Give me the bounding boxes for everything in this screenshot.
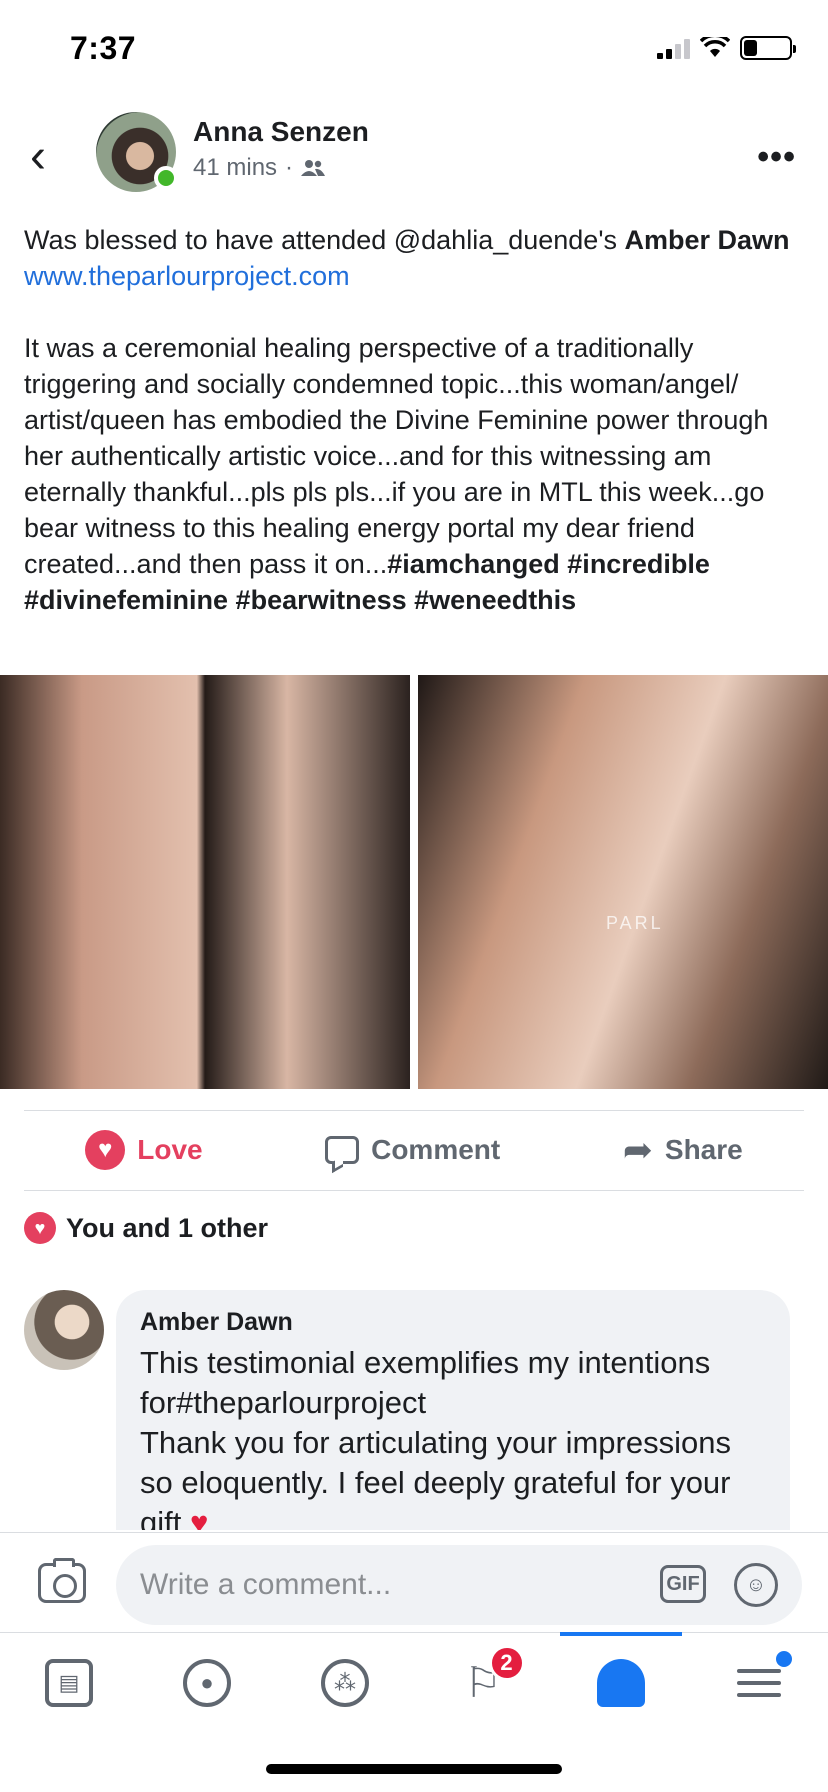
post-body: It was a ceremonial healing perspective … [24,330,808,618]
photo-caption-text: PARL [606,913,664,933]
divider [24,1110,804,1111]
commenter-name[interactable]: Amber Dawn [140,1308,766,1337]
post-mention-bold[interactable]: Amber Dawn [624,225,789,255]
post-time[interactable]: 41 mins [193,154,277,182]
nav-notifications[interactable] [552,1632,690,1732]
post-intro-text: Was blessed to have attended @dahlia_due… [24,225,625,255]
nav-menu[interactable] [690,1633,828,1732]
author-name[interactable]: Anna Senzen [193,116,369,148]
nav-profile[interactable]: ● [138,1633,276,1732]
comment-button[interactable]: Comment [325,1134,500,1166]
battery-icon [740,36,796,60]
gif-icon[interactable]: GIF [660,1565,706,1603]
wifi-icon [700,37,730,57]
comment-icon [325,1136,360,1164]
post-text: Was blessed to have attended @dahlia_due… [24,222,808,618]
post-photos: PARL [0,675,828,1089]
divider [24,1190,804,1191]
menu-icon [735,1659,783,1707]
comment-line-2: Thank you for articulating your impressi… [140,1423,766,1530]
status-time: 7:37 [70,30,137,66]
comment-composer: GIF ☺ [0,1532,828,1632]
comment-text: This testimonial exemplifies my intentio… [140,1343,766,1530]
post-header: ‹ Anna Senzen 41 mins · ••• [0,108,828,208]
bottom-nav: ▤ ● ⁂ ⚐ 2 [0,1632,828,1732]
back-icon[interactable]: ‹ [30,132,66,182]
love-button[interactable]: ♥ Love [85,1130,203,1170]
notification-badge: 2 [488,1645,525,1681]
more-options-icon[interactable]: ••• [757,138,796,177]
heart-icon: ♥ [85,1130,126,1170]
nav-pages[interactable]: ⚐ 2 [414,1633,552,1732]
post-photo-2[interactable]: PARL [418,675,828,1089]
post-intro: Was blessed to have attended @dahlia_due… [24,222,808,294]
love-reaction-icon: ♥ [24,1212,56,1244]
bell-icon [597,1658,645,1707]
commenter-avatar[interactable] [24,1290,104,1370]
home-indicator[interactable] [266,1764,562,1774]
post-link[interactable]: www.theparlourproject.com [24,261,350,291]
nav-news-feed[interactable]: ▤ [0,1633,138,1732]
meta-separator: · [285,154,294,181]
comment-bubble: Amber Dawn This testimonial exemplifies … [116,1290,790,1530]
status-bar: 7:37 [0,0,828,96]
post-body-text: It was a ceremonial healing perspective … [24,333,769,579]
profile-icon: ● [183,1658,231,1707]
post-photo-1[interactable] [0,675,410,1089]
signal-icon [657,37,690,59]
menu-dot-badge [775,1651,792,1667]
groups-icon: ⁂ [321,1658,369,1707]
post-actions: ♥ Love Comment ➦ Share [24,1112,804,1188]
love-label: Love [137,1134,203,1165]
comment-line-2-text: Thank you for articulating your impressi… [140,1425,731,1530]
nav-groups[interactable]: ⁂ [276,1633,414,1732]
news-feed-icon: ▤ [45,1658,93,1707]
reactions-text: You and 1 other [66,1212,269,1243]
comment-label: Comment [371,1134,501,1165]
red-heart-emoji: ♥ [189,1505,209,1530]
post-meta: 41 mins · [193,154,326,182]
camera-icon[interactable] [38,1558,86,1603]
online-status-dot [154,166,178,190]
status-icons [657,36,796,60]
share-button[interactable]: ➦ Share [623,1132,743,1168]
share-label: Share [664,1134,743,1165]
friends-audience-icon[interactable] [301,159,326,177]
emoji-icon[interactable]: ☺ [734,1563,778,1607]
comment-line-1: This testimonial exemplifies my intentio… [140,1345,711,1420]
share-icon: ➦ [622,1129,653,1170]
reactions-summary[interactable]: ♥ You and 1 other [24,1212,268,1244]
